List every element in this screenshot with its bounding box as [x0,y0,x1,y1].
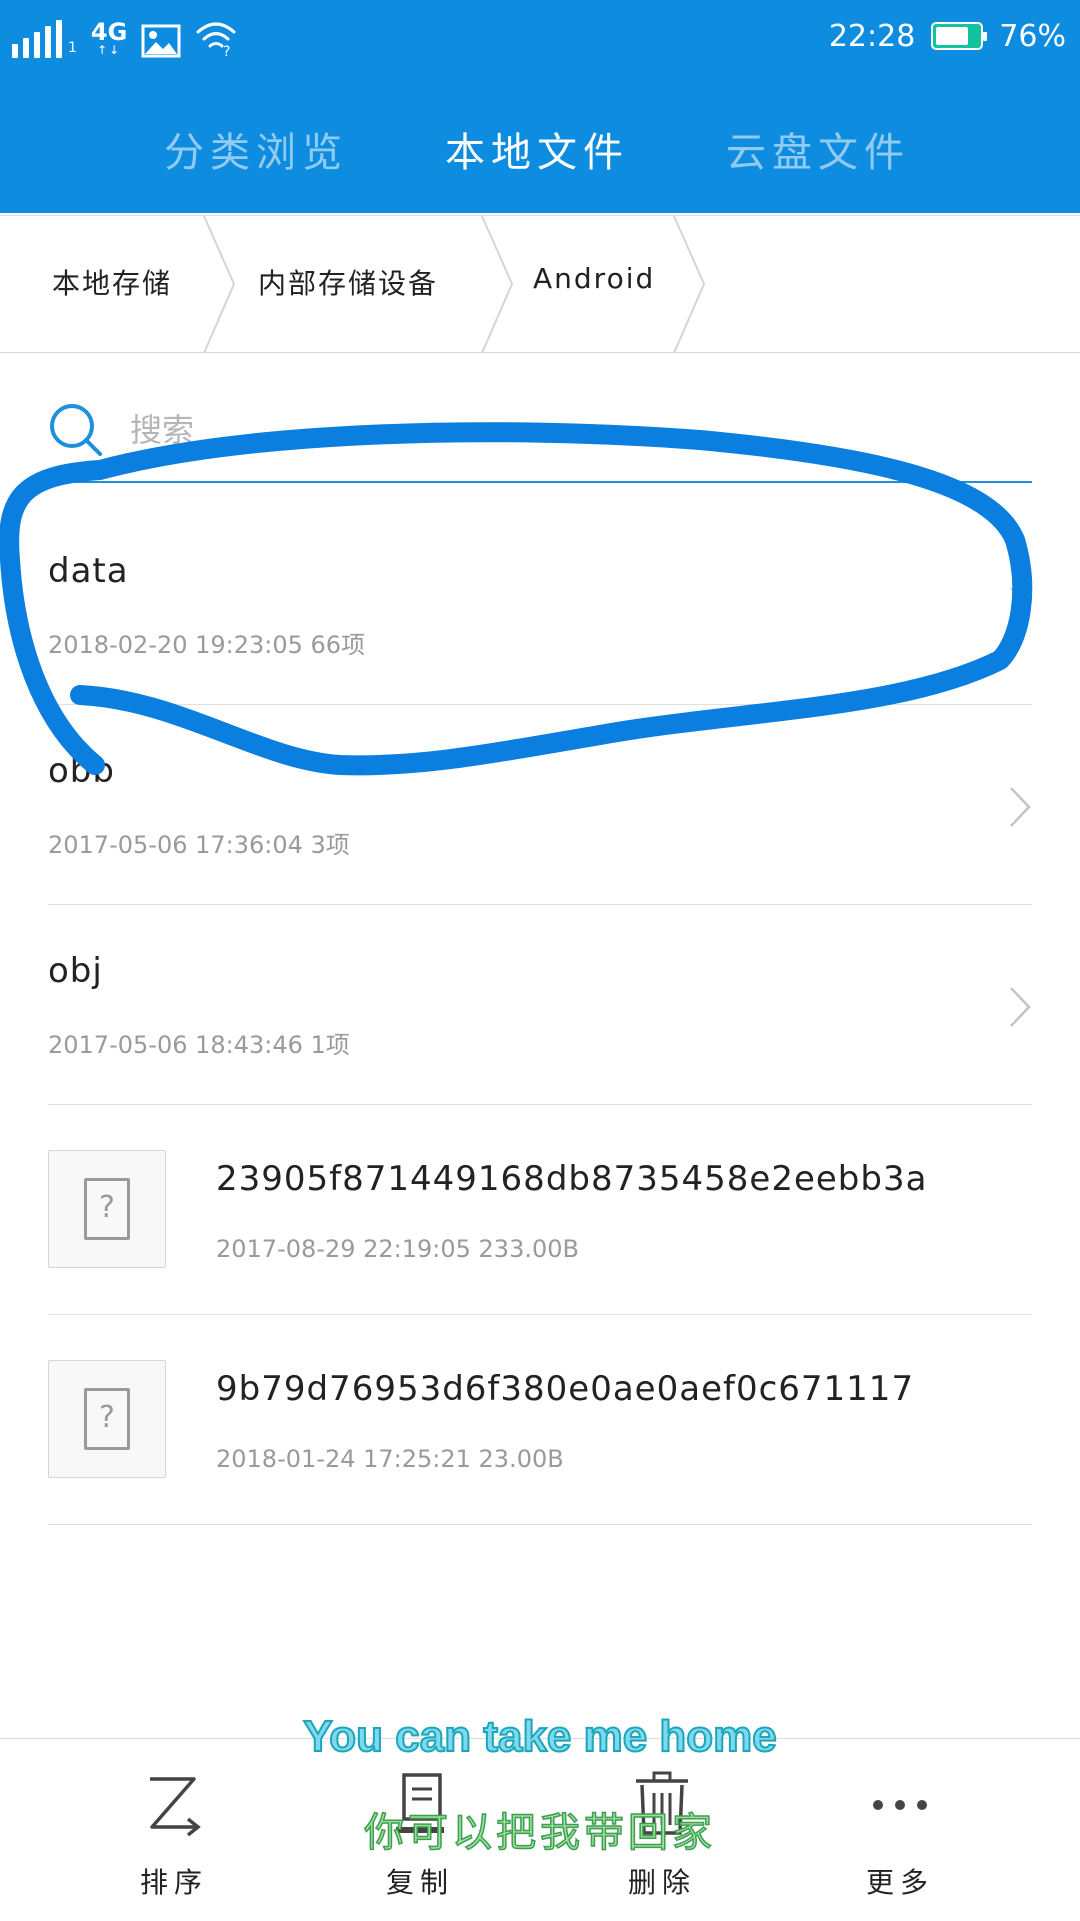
unknown-file-icon: ? [48,1150,166,1268]
battery-percent: 76% [999,18,1066,54]
file-name: 23905f871449168db8735458e2eebb3a [216,1159,928,1199]
breadcrumb-local-storage[interactable]: 本地存储 [52,262,172,302]
4g-icon: 4G ↑↓ [90,18,128,57]
clock: 22:28 [828,18,916,54]
signal-icon [12,20,62,58]
network-type: 4G [90,18,128,46]
file-meta: 2017-08-29 22:19:05 233.00B [216,1235,579,1263]
search-input[interactable] [130,400,1010,460]
breadcrumb-internal-storage[interactable]: 内部存储设备 [258,262,438,302]
image-notification-icon [141,24,181,58]
folder-meta: 2017-05-06 18:43:46 1项 [48,1031,350,1059]
search-icon [50,404,102,456]
sim-slot-number: 1 [68,40,77,56]
chevron-right-icon [1010,587,1031,627]
wifi-icon: ? [196,22,236,58]
status-bar-right: 22:28 76% [829,14,1066,58]
folder-meta: 2017-05-06 17:36:04 3项 [48,831,350,859]
status-bar-left: 1 4G ↑↓ ? [12,14,237,58]
folder-name: obj [48,951,103,991]
battery-icon [931,22,988,50]
more-icon [873,1800,927,1810]
chevron-right-icon [1010,787,1031,827]
file-row[interactable]: ? 23905f871449168db8735458e2eebb3a 2017-… [48,1105,1032,1315]
unknown-file-icon: ? [48,1360,166,1478]
overlay-caption-chinese: 你可以把我带回家 [363,1809,716,1857]
tab-category-browse[interactable]: 分类浏览 [164,120,348,178]
file-meta: 2018-01-24 17:25:21 23.00B [216,1445,564,1473]
status-bar: 1 4G ↑↓ ? 22:28 76% [0,0,1080,72]
folder-row[interactable]: obb 2017-05-06 17:36:04 3项 [48,705,1032,905]
breadcrumb-separator-icon [203,216,236,353]
breadcrumb-android[interactable]: Android [533,262,655,295]
folder-name: data [48,551,129,591]
folder-row[interactable]: data 2018-02-20 19:23:05 66项 [48,505,1032,705]
file-row[interactable]: ? 9b79d76953d6f380e0ae0aef0c671117 2018-… [48,1315,1032,1525]
sort-icon [150,1777,201,1837]
breadcrumb: 本地存储 内部存储设备 Android [0,215,1080,353]
file-list: data 2018-02-20 19:23:05 66项 obb 2017-05… [0,505,1080,1525]
chevron-right-icon [1010,987,1031,1027]
tab-cloud-files[interactable]: 云盘文件 [726,120,910,178]
file-name: 9b79d76953d6f380e0ae0aef0c671117 [216,1369,915,1409]
breadcrumb-separator-icon [673,216,706,353]
folder-meta: 2018-02-20 19:23:05 66项 [48,631,366,659]
tab-bar: 分类浏览 本地文件 云盘文件 [0,100,1080,190]
search-bar [48,388,1032,483]
svg-text:?: ? [223,44,230,58]
folder-row[interactable]: obj 2017-05-06 18:43:46 1项 [48,905,1032,1105]
sort-button[interactable]: 排序 [74,1739,274,1921]
tab-local-files[interactable]: 本地文件 [445,120,629,178]
overlay-caption-english: You can take me home [302,1711,778,1762]
breadcrumb-separator-icon [481,216,514,353]
more-button[interactable]: 更多 [800,1739,1000,1921]
folder-name: obb [48,751,115,791]
